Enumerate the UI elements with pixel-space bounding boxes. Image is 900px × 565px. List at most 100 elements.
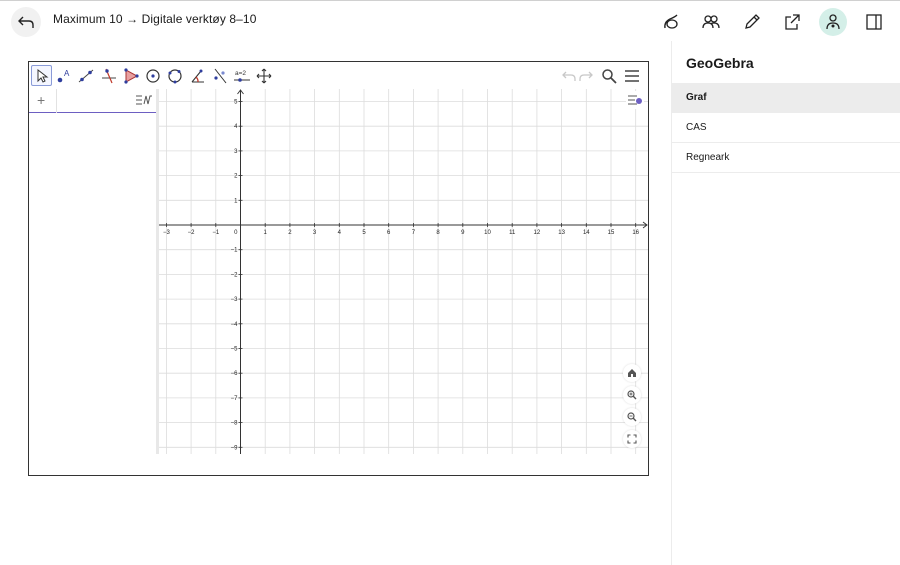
y-tick-label: −6: [231, 371, 239, 377]
sidebar-toggle-icon: [866, 14, 882, 30]
back-button[interactable]: [11, 7, 41, 37]
line-tool-icon: [78, 69, 93, 82]
x-tick-label: 7: [412, 230, 416, 236]
panel-item-label: Graf: [686, 92, 707, 103]
move-graphics-view-tool-icon: [256, 68, 271, 83]
geogebra-button[interactable]: [657, 8, 685, 36]
circle-center-tool-icon: [145, 68, 160, 83]
x-tick-label: 3: [313, 230, 317, 236]
panel-title: GeoGebra: [686, 55, 754, 71]
x-tick-label: 12: [534, 230, 541, 236]
perpendicular-line-tool-icon: [101, 68, 116, 83]
hamburger-menu-icon: [625, 70, 639, 82]
fullscreen-icon: [627, 434, 637, 444]
y-tick-label: −5: [231, 347, 239, 353]
breadcrumb: Maximum 10 → Digitale verktøy 8–10: [53, 12, 257, 26]
top-bar: Maximum 10 → Digitale verktøy 8–10: [0, 0, 900, 41]
x-tick-label: 13: [558, 230, 565, 236]
fullscreen-button[interactable]: [623, 430, 641, 448]
search-button[interactable]: [599, 66, 619, 86]
zoom-out-icon: [627, 412, 637, 422]
x-tick-label: 15: [608, 230, 615, 236]
move-tool[interactable]: [31, 65, 52, 86]
polygon-tool[interactable]: [120, 65, 141, 86]
move-graphics-view-tool[interactable]: [253, 65, 274, 86]
graphics-style-button[interactable]: [626, 91, 644, 109]
geogebra-applet: A a=2 + −3 −2 −1 0 1 2 3 4 5 6 7 8 9 10 …: [28, 61, 649, 476]
y-tick-label: 5: [234, 100, 238, 106]
geogebra-icon: [664, 14, 678, 29]
x-tick-label: 16: [632, 230, 639, 236]
slider-tool-label: a=2: [235, 70, 246, 77]
circle-center-tool[interactable]: [142, 65, 163, 86]
x-tick-label: 6: [387, 230, 391, 236]
y-tick-label: −7: [231, 396, 239, 402]
point-tool[interactable]: A: [53, 65, 74, 86]
user-settings-button[interactable]: [819, 8, 847, 36]
x-tick-label: −2: [188, 230, 196, 236]
y-tick-label: −3: [231, 297, 239, 303]
angle-tool[interactable]: [187, 65, 208, 86]
y-tick-label: −1: [231, 248, 239, 254]
algebra-row-divider: [56, 89, 57, 113]
zoom-out-button[interactable]: [623, 408, 641, 426]
redo-button[interactable]: [576, 66, 596, 86]
svg-text:A: A: [64, 69, 70, 78]
pencil-icon: [745, 14, 760, 29]
reflect-tool[interactable]: [209, 65, 230, 86]
coordinate-grid[interactable]: −3 −2 −1 0 1 2 3 4 5 6 7 8 9 10 11 12 13 14 15 1654321−1−2−…: [159, 89, 648, 454]
zoom-in-button[interactable]: [623, 386, 641, 404]
graphics-view[interactable]: −3 −2 −1 0 1 2 3 4 5 6 7 8 9 10 11 12 13 14 15 16 5 4 3 2 1 −1 −2−…: [159, 89, 648, 454]
user-settings-icon: [826, 14, 840, 30]
panel-item-label: Regneark: [686, 152, 730, 163]
x-tick-label: 1: [264, 230, 268, 236]
point-tool-icon: A: [57, 69, 70, 82]
y-tick-label: −9: [231, 445, 239, 451]
y-tick-label: −8: [231, 421, 239, 427]
share-button[interactable]: [778, 8, 806, 36]
panel-item-regneark[interactable]: Regneark: [672, 143, 900, 173]
add-item-plus[interactable]: +: [37, 92, 45, 108]
x-tick-label: −1: [212, 230, 220, 236]
x-tick-label: 11: [509, 230, 516, 236]
panel-item-label: CAS: [686, 122, 707, 133]
back-arrow-icon: [18, 16, 34, 28]
reflect-tool-icon: [213, 68, 226, 83]
y-tick-label: −4: [231, 322, 239, 328]
home-icon: [628, 369, 636, 377]
sidebar-toggle-button[interactable]: [860, 8, 888, 36]
standard-view-button[interactable]: [623, 364, 641, 382]
x-tick-label: 4: [338, 230, 342, 236]
x-tick-label: 8: [436, 230, 440, 236]
slider-tool[interactable]: a=2: [231, 65, 252, 86]
algebra-menu-button[interactable]: [135, 93, 153, 111]
zoom-in-icon: [627, 390, 637, 400]
x-tick-label: 2: [288, 230, 292, 236]
share-icon: [785, 14, 800, 30]
panel-item-cas[interactable]: CAS: [672, 113, 900, 143]
line-tool[interactable]: [75, 65, 96, 86]
main-menu-button[interactable]: [622, 66, 642, 86]
polygon-tool-icon: [123, 67, 139, 84]
x-tick-label: 5: [362, 230, 366, 236]
y-tick-label: 4: [234, 124, 238, 130]
people-button[interactable]: [697, 8, 725, 36]
algebra-input-row[interactable]: +: [29, 89, 156, 113]
pencil-button[interactable]: [738, 8, 766, 36]
people-icon: [702, 15, 720, 29]
panel-item-graf[interactable]: Graf: [672, 83, 900, 113]
x-tick-label: 14: [583, 230, 590, 236]
y-tick-label: 2: [234, 174, 238, 180]
geogebra-toolbar: A a=2: [29, 62, 648, 89]
circle-three-points-tool[interactable]: [164, 65, 185, 86]
y-tick-label: 1: [234, 198, 238, 204]
x-tick-label: 0: [234, 230, 238, 236]
x-tick-label: 9: [461, 230, 465, 236]
y-tick-label: −2: [231, 272, 239, 278]
search-icon: [602, 69, 617, 84]
perpendicular-line-tool[interactable]: [98, 65, 119, 86]
algebra-sort-icon: [136, 95, 152, 105]
slider-tool-icon: a=2: [233, 70, 250, 82]
y-tick-label: 3: [234, 149, 238, 155]
x-tick-label: −3: [163, 230, 171, 236]
